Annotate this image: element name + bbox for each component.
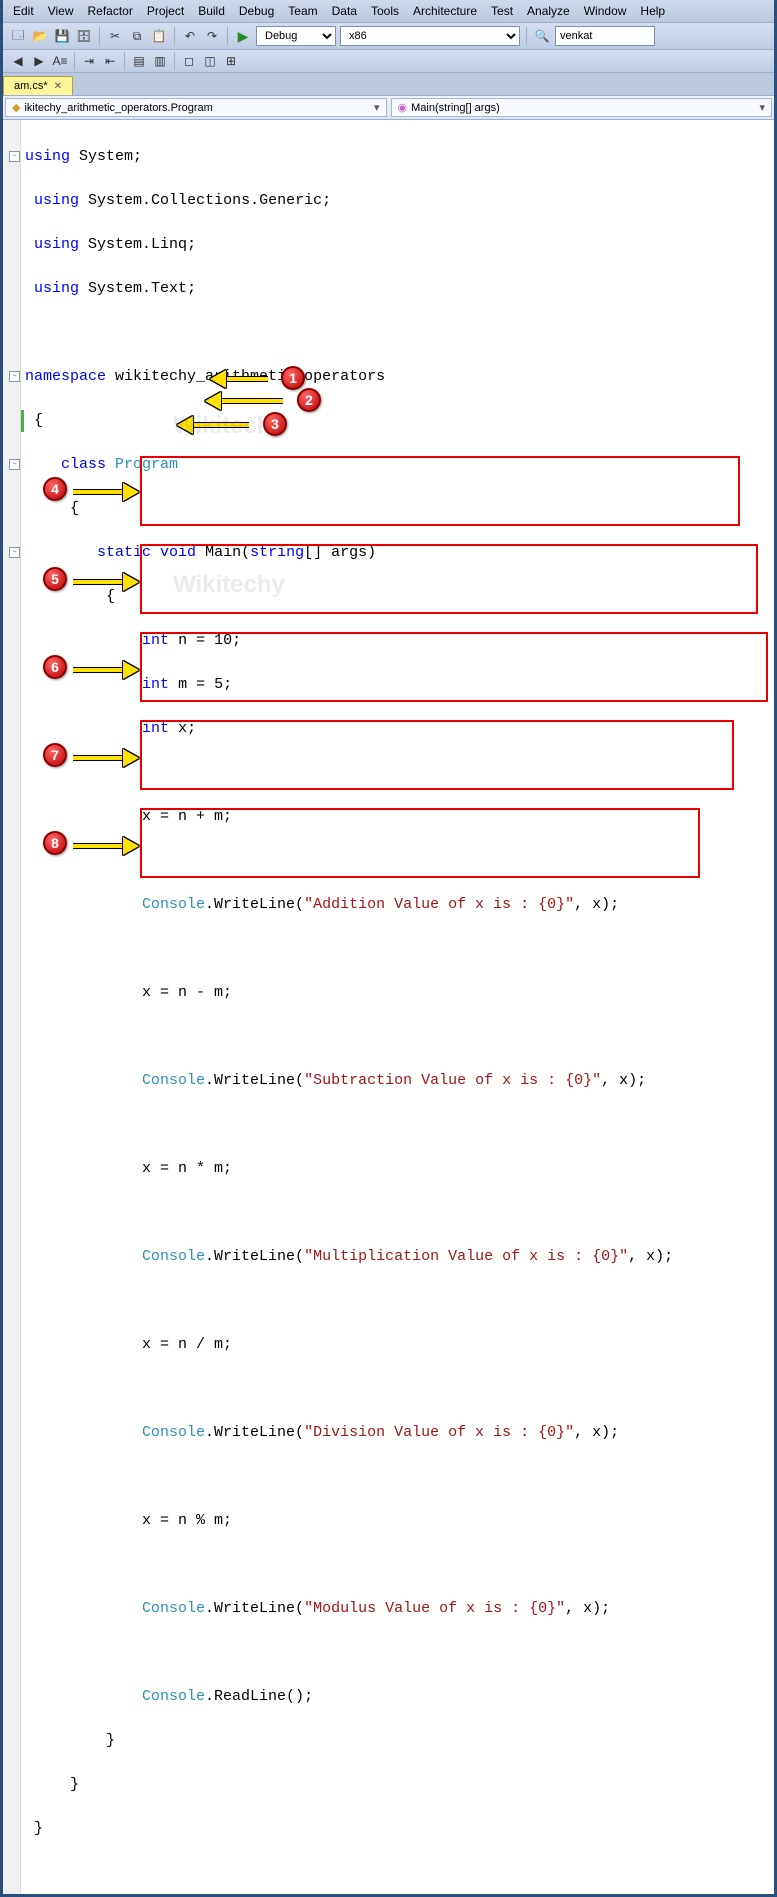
annotation-marker-5: 5 [43,567,67,591]
menu-edit[interactable]: Edit [7,2,40,20]
menu-refactor[interactable]: Refactor [81,2,138,20]
annotation-marker-8: 8 [43,831,67,855]
class-nav-dropdown[interactable]: ◆ ikitechy_arithmetic_operators.Program … [5,98,387,117]
menu-tools[interactable]: Tools [365,2,405,20]
save-icon[interactable]: 💾 [53,27,71,45]
annotation-marker-4: 4 [43,477,67,501]
copy-icon[interactable]: ⧉ [128,27,146,45]
menu-team[interactable]: Team [282,2,323,20]
code-nav-bar: ◆ ikitechy_arithmetic_operators.Program … [3,96,774,120]
nav-back-icon[interactable]: ◀ [9,52,27,70]
menu-project[interactable]: Project [141,2,190,20]
class-icon: ◆ [12,101,20,114]
menu-help[interactable]: Help [634,2,671,20]
member-nav-dropdown[interactable]: ◉ Main(string[] args) ▾ [391,98,773,117]
menu-bar: Edit View Refactor Project Build Debug T… [3,0,774,23]
menu-architecture[interactable]: Architecture [407,2,483,20]
menu-window[interactable]: Window [578,2,633,20]
redo-icon[interactable]: ↷ [203,27,221,45]
tab-label: am.cs* [14,80,48,92]
comment-icon[interactable]: ▤ [130,52,148,70]
highlight-box-8 [140,808,700,878]
active-tab[interactable]: am.cs* ✕ [3,76,73,95]
editor-gutter [3,120,21,1894]
uncomment-icon[interactable]: ▥ [151,52,169,70]
menu-data[interactable]: Data [326,2,363,20]
annotation-marker-7: 7 [43,743,67,767]
undo-icon[interactable]: ↶ [181,27,199,45]
code-editor[interactable]: -using System; using System.Collections.… [3,120,774,1894]
code-content: -using System; using System.Collections.… [21,124,774,1884]
close-tab-icon[interactable]: ✕ [54,81,62,92]
format-icon[interactable]: A≡ [51,52,69,70]
find-icon[interactable]: 🔍 [533,27,551,45]
save-all-icon[interactable]: 🗄 [75,27,93,45]
menu-debug[interactable]: Debug [233,2,280,20]
fold-icon[interactable]: - [9,151,20,162]
new-project-icon[interactable]: 🗔 [9,27,27,45]
toolbar-text: ◀ ▶ A≡ ⇥ ⇤ ▤ ▥ ◻ ◫ ⊞ [3,50,774,73]
open-icon[interactable]: 📂 [31,27,49,45]
chevron-down-icon: ▾ [759,101,765,114]
window-icon[interactable]: ◻ [180,52,198,70]
outdent-icon[interactable]: ⇤ [101,52,119,70]
platform-select[interactable]: x86 [340,26,520,46]
chevron-down-icon: ▾ [374,101,380,114]
highlight-box-4 [140,456,740,526]
annotation-marker-2: 2 [297,388,321,412]
cut-icon[interactable]: ✂ [106,27,124,45]
highlight-box-5 [140,544,758,614]
quick-find-input[interactable] [555,26,655,46]
menu-view[interactable]: View [42,2,80,20]
fold-icon[interactable]: - [9,459,20,470]
start-debug-icon[interactable]: ▶ [234,27,252,45]
indent-icon[interactable]: ⇥ [80,52,98,70]
nav-fwd-icon[interactable]: ▶ [30,52,48,70]
menu-analyze[interactable]: Analyze [521,2,576,20]
menu-test[interactable]: Test [485,2,519,20]
menu-build[interactable]: Build [192,2,231,20]
paste-icon[interactable]: 📋 [150,27,168,45]
method-icon: ◉ [398,101,408,114]
annotation-marker-6: 6 [43,655,67,679]
window3-icon[interactable]: ⊞ [222,52,240,70]
fold-icon[interactable]: - [9,547,20,558]
config-select[interactable]: Debug [256,26,336,46]
highlight-box-6 [140,632,768,702]
highlight-box-7 [140,720,734,790]
fold-icon[interactable]: - [9,371,20,382]
annotation-marker-3: 3 [263,412,287,436]
window2-icon[interactable]: ◫ [201,52,219,70]
document-tabs: am.cs* ✕ [3,73,774,96]
toolbar-main: 🗔 📂 💾 🗄 ✂ ⧉ 📋 ↶ ↷ ▶ Debug x86 🔍 [3,23,774,50]
annotation-marker-1: 1 [281,366,305,390]
